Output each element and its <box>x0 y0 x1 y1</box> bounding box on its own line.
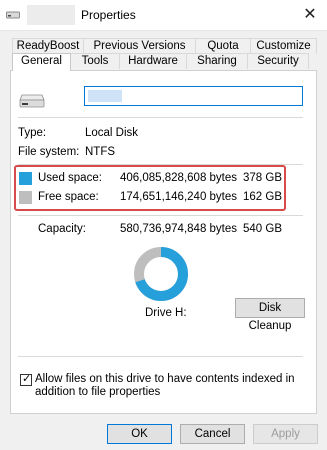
cancel-button[interactable]: Cancel <box>180 424 245 444</box>
used-space-label: Used space: <box>38 172 102 184</box>
window-title: Properties <box>81 8 136 22</box>
title-bar: Properties ✕ <box>0 0 327 31</box>
tab-row-2: General Tools Hardware Sharing Security <box>12 53 309 71</box>
tab-customize[interactable]: Customize <box>250 38 317 54</box>
tab-quota[interactable]: Quota <box>195 38 251 54</box>
close-icon[interactable]: ✕ <box>300 6 320 24</box>
ok-button[interactable]: OK <box>107 424 172 444</box>
free-space-bytes: 174,651,146,240 bytes <box>120 191 238 203</box>
separator <box>18 215 303 216</box>
type-value: Local Disk <box>85 127 139 139</box>
type-label: Type: <box>18 127 47 139</box>
apply-button[interactable]: Apply <box>253 424 318 444</box>
disk-usage-donut <box>134 247 188 301</box>
file-system-value: NTFS <box>85 146 116 158</box>
free-space-swatch <box>19 191 32 204</box>
free-space-size: 162 GB <box>243 191 282 203</box>
separator <box>18 117 303 118</box>
tab-security[interactable]: Security <box>247 53 309 69</box>
free-space-label: Free space: <box>38 191 99 203</box>
capacity-size: 540 GB <box>243 223 282 235</box>
capacity-label: Capacity: <box>38 223 86 235</box>
separator <box>18 356 303 357</box>
used-space-bytes: 406,085,828,608 bytes <box>120 172 238 184</box>
drive-icon <box>19 94 45 108</box>
file-system-label: File system: <box>18 146 80 158</box>
tab-readyboost[interactable]: ReadyBoost <box>12 38 84 54</box>
tab-tools[interactable]: Tools <box>70 53 120 69</box>
redacted-title-prefix <box>27 5 75 25</box>
drive-icon <box>6 11 20 19</box>
tab-sharing[interactable]: Sharing <box>186 53 248 69</box>
general-tab-panel <box>10 70 317 414</box>
capacity-bytes: 580,736,974,848 bytes <box>120 223 238 235</box>
tab-previous-versions[interactable]: Previous Versions <box>83 38 196 54</box>
index-contents-checkbox[interactable]: ✓ <box>20 373 32 386</box>
tab-hardware[interactable]: Hardware <box>119 53 187 69</box>
index-contents-label: Allow files on this drive to have conten… <box>35 373 295 398</box>
tab-general[interactable]: General <box>12 53 71 71</box>
disk-cleanup-button[interactable]: Disk Cleanup <box>235 298 305 332</box>
tab-row-1: ReadyBoost Previous Versions Quota Custo… <box>12 38 317 54</box>
drive-name-input[interactable] <box>84 86 303 106</box>
selected-text-highlight <box>88 90 122 102</box>
used-space-size: 378 GB <box>243 172 282 184</box>
used-space-swatch <box>19 172 32 185</box>
drive-letter-label: Drive H: <box>145 307 187 319</box>
checkmark-icon: ✓ <box>22 373 32 385</box>
